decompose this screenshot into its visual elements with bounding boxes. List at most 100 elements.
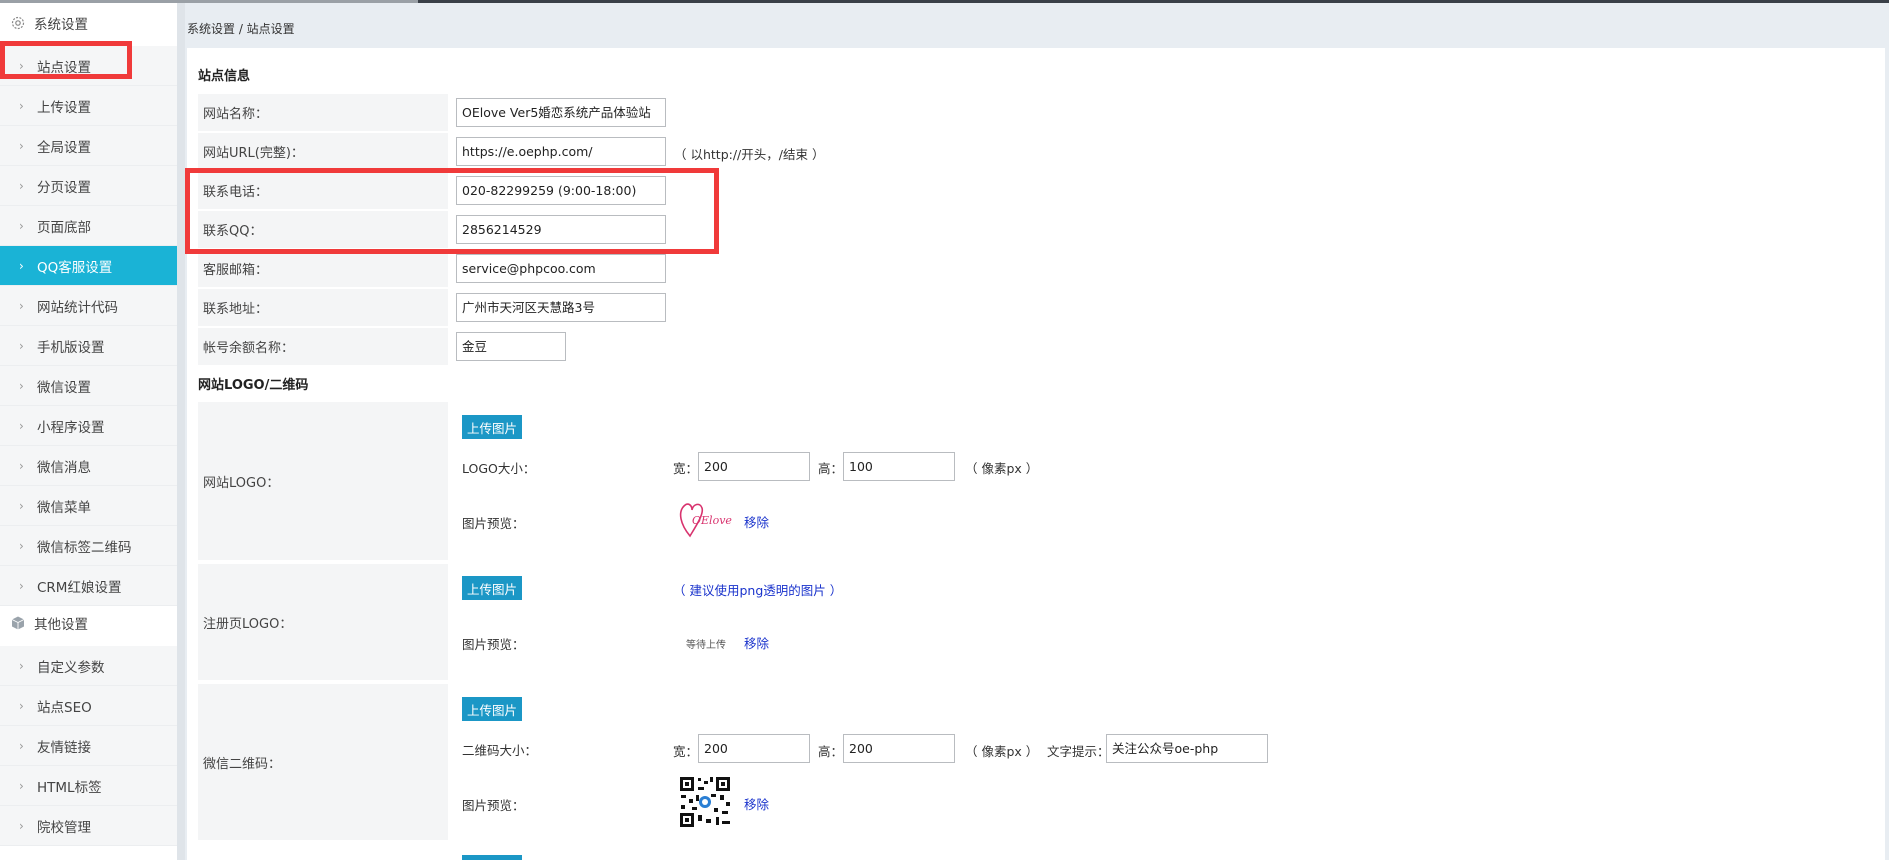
sidebar-edge [177, 3, 185, 860]
sidebar-item-miniprogram[interactable]: › 小程序设置 [0, 406, 177, 446]
qr-height-input[interactable]: 200 [843, 734, 955, 763]
preview-label: 图片预览： [462, 798, 525, 813]
chevron-right-icon: › [19, 498, 24, 513]
sidebar-item-footer[interactable]: › 页面底部 [0, 206, 177, 246]
waiting-upload-text: 等待上传 [686, 640, 726, 651]
sidebar-item-college[interactable]: › 院校管理 [0, 806, 177, 846]
sidebar-item-wechat-menu[interactable]: › 微信菜单 [0, 486, 177, 526]
sidebar-item-seo[interactable]: › 站点SEO [0, 686, 177, 726]
chevron-right-icon: › [19, 178, 24, 193]
qr-text-input[interactable]: 关注公众号oe-php [1106, 734, 1268, 763]
email-input[interactable]: service@phpcoo.com [456, 254, 666, 283]
chevron-right-icon: › [19, 738, 24, 753]
sidebar-item-wechat-message[interactable]: › 微信消息 [0, 446, 177, 486]
logo-width-input[interactable]: 200 [698, 452, 810, 481]
remove-reg-logo-link[interactable]: 移除 [744, 633, 769, 652]
sidebar: 系统设置 › 站点设置 › 上传设置 › 全局设置 › 分页设置 › 页面底部 › QQ客服… [0, 3, 185, 860]
logo-height-input[interactable]: 100 [843, 452, 955, 481]
site-logo-preview: OElove [676, 496, 738, 542]
px-hint: （ 像素px ） [965, 744, 1039, 759]
highlight-box-sidebar [0, 41, 132, 79]
upload-wechat-qr-button[interactable]: 上传图片 [462, 697, 522, 721]
sidebar-item-label: 网站统计代码 [37, 299, 118, 316]
sidebar-item-label: 手机版设置 [37, 339, 105, 356]
sidebar-item-html-tags[interactable]: › HTML标签 [0, 766, 177, 806]
sidebar-item-label: 友情链接 [37, 739, 91, 756]
sidebar-item-label: 站点SEO [37, 699, 92, 716]
qr-width-input[interactable]: 200 [698, 734, 810, 763]
width-label: 宽： [673, 461, 699, 476]
address-input[interactable]: 广州市天河区天慧路3号 [456, 293, 666, 322]
sidebar-item-custom-params[interactable]: › 自定义参数 [0, 646, 177, 686]
chevron-right-icon: › [19, 818, 24, 833]
chevron-right-icon: › [19, 258, 24, 273]
sidebar-item-label: 微信标签二维码 [37, 539, 132, 556]
text-tip-label: 文字提示： [1047, 744, 1110, 759]
qr-size-label: 二维码大小： [462, 743, 538, 758]
wechat-qr-label: 微信二维码： [198, 684, 448, 840]
sidebar-item-paging[interactable]: › 分页设置 [0, 166, 177, 206]
sidebar-item-crm[interactable]: › CRM红娘设置 [0, 566, 177, 606]
px-hint: （ 像素px ） [965, 461, 1039, 476]
reg-logo-label: 注册页LOGO： [198, 564, 448, 680]
height-label: 高： [818, 461, 844, 476]
sidebar-item-label: 分页设置 [37, 179, 91, 196]
sidebar-item-label: 微信设置 [37, 379, 91, 396]
upload-site-logo-button[interactable]: 上传图片 [462, 415, 522, 439]
sidebar-item-label: QQ客服设置 [37, 259, 113, 276]
site-url-input[interactable]: https://e.oephp.com/ [456, 137, 666, 166]
chevron-right-icon: › [19, 418, 24, 433]
section-title-logo: 网站LOGO/二维码 [198, 378, 309, 393]
section-title-site-info: 站点信息 [198, 69, 251, 84]
breadcrumb: 系统设置 / 站点设置 [187, 22, 295, 36]
sidebar-item-label: 上传设置 [37, 99, 91, 116]
sidebar-item-label: 微信菜单 [37, 499, 91, 516]
site-logo-label: 网站LOGO： [198, 402, 448, 560]
chevron-right-icon: › [19, 698, 24, 713]
sidebar-item-global[interactable]: › 全局设置 [0, 126, 177, 166]
chevron-right-icon: › [19, 298, 24, 313]
sidebar-item-label: 微信消息 [37, 459, 91, 476]
width-label: 宽： [673, 744, 699, 759]
sidebar-item-label: 页面底部 [37, 219, 91, 236]
sidebar-item-upload[interactable]: › 上传设置 [0, 86, 177, 126]
sidebar-item-friend-links[interactable]: › 友情链接 [0, 726, 177, 766]
sidebar-item-wechat[interactable]: › 微信设置 [0, 366, 177, 406]
remove-wechat-qr-link[interactable]: 移除 [744, 794, 769, 813]
chevron-right-icon: › [19, 778, 24, 793]
preview-label: 图片预览： [462, 516, 525, 531]
highlight-box-contact [185, 168, 719, 254]
chevron-right-icon: › [19, 138, 24, 153]
chevron-right-icon: › [19, 458, 24, 473]
field-label: 客服邮箱： [198, 250, 448, 287]
sidebar-group-label: 系统设置 [34, 17, 88, 33]
balance-name-input[interactable]: 金豆 [456, 332, 566, 361]
qr-code-icon [678, 775, 732, 829]
sidebar-item-label: 全局设置 [37, 139, 91, 156]
window-top-bar [0, 0, 1889, 3]
sidebar-item-qq-service[interactable]: › QQ客服设置 [0, 246, 177, 286]
sidebar-item-label: 院校管理 [37, 819, 91, 836]
field-label: 网站URL(完整)： [198, 133, 448, 170]
sidebar-group-system[interactable]: 系统设置 [0, 3, 177, 43]
upload-reg-logo-button[interactable]: 上传图片 [462, 576, 522, 600]
upload-next-button[interactable] [462, 855, 522, 860]
height-label: 高： [818, 744, 844, 759]
chevron-right-icon: › [19, 98, 24, 113]
sidebar-item-label: 小程序设置 [37, 419, 105, 436]
sidebar-item-mobile[interactable]: › 手机版设置 [0, 326, 177, 366]
sidebar-item-wechat-qr-tags[interactable]: › 微信标签二维码 [0, 526, 177, 566]
sidebar-item-label: CRM红娘设置 [37, 579, 122, 596]
field-label: 帐号余额名称： [198, 328, 448, 365]
chevron-right-icon: › [19, 218, 24, 233]
sidebar-item-stats-code[interactable]: › 网站统计代码 [0, 286, 177, 326]
logo-text: OElove [692, 514, 732, 527]
site-name-input[interactable]: OElove Ver5婚恋系统产品体验站 [456, 98, 666, 127]
sidebar-group-other[interactable]: 其他设置 [0, 603, 177, 643]
sidebar-item-label: HTML标签 [37, 779, 102, 796]
sidebar-item-label: 自定义参数 [37, 659, 105, 676]
box-icon [10, 615, 26, 631]
gear-icon [10, 15, 26, 31]
chevron-right-icon: › [19, 378, 24, 393]
remove-site-logo-link[interactable]: 移除 [744, 512, 769, 531]
